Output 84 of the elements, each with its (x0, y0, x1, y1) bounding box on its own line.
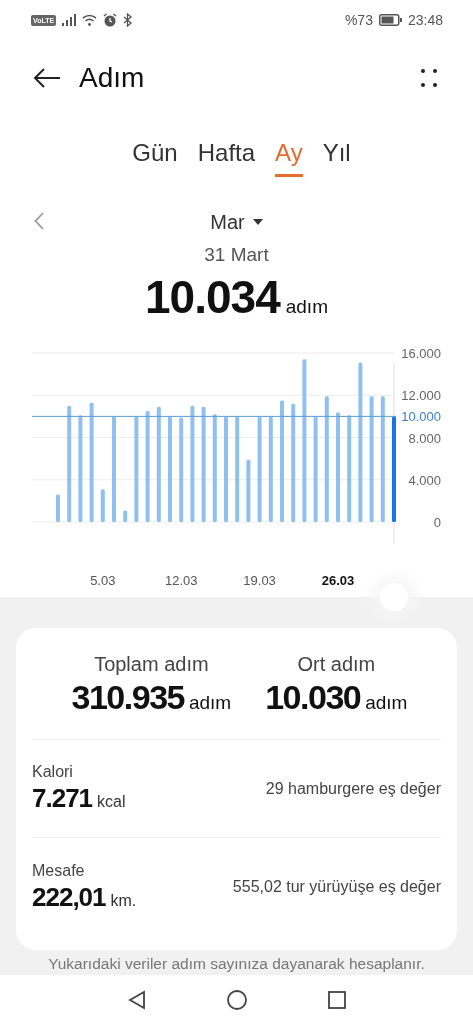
stat-label: Toplam adım (94, 653, 209, 676)
back-button[interactable] (33, 66, 61, 89)
metric-label: Mesafe (32, 861, 86, 880)
signal-icon (62, 14, 77, 26)
step-bar[interactable] (78, 415, 83, 522)
equivalent-text: 29 hamburgere eş değer (265, 779, 441, 798)
step-bar[interactable] (257, 416, 262, 522)
step-bar[interactable] (89, 402, 94, 522)
step-bar[interactable] (302, 359, 307, 522)
dots-icon (421, 68, 437, 87)
metric-label: Kalori (32, 763, 74, 781)
step-bar[interactable] (67, 405, 72, 522)
step-bar[interactable] (358, 362, 363, 522)
y-tick-label: 8.000 (408, 430, 441, 446)
stat-unit: adım (365, 692, 408, 714)
battery-icon (378, 14, 402, 26)
more-button[interactable] (421, 68, 437, 87)
month-picker[interactable]: Mar (210, 206, 263, 238)
period-tab[interactable]: Yıl (322, 137, 351, 177)
wifi-icon (82, 14, 98, 26)
x-tick-label: 12.03 (164, 573, 198, 588)
step-bar[interactable] (190, 405, 195, 522)
step-bar[interactable] (112, 416, 116, 522)
equivalent-text: 555,02 tur yürüyüşe eş değer (232, 878, 441, 896)
step-bar[interactable] (179, 417, 184, 522)
step-bar[interactable] (369, 396, 374, 522)
step-bar[interactable] (156, 406, 161, 522)
caret-icon (252, 219, 263, 225)
metric-unit: km. (110, 891, 137, 910)
step-bar[interactable] (392, 416, 396, 522)
step-bar[interactable] (134, 416, 139, 522)
clock-time: 23:48 (407, 12, 443, 28)
step-bar[interactable] (212, 414, 217, 522)
x-tick-label: 19.03 (243, 573, 276, 588)
step-bar[interactable] (201, 406, 206, 522)
period-tab[interactable]: Hafta (197, 137, 256, 177)
back-nav-button[interactable] (126, 989, 147, 1010)
step-bar[interactable] (268, 416, 273, 522)
step-bar[interactable] (56, 494, 60, 522)
y-tick-label: 12.000 (401, 388, 441, 404)
triangle-icon (126, 989, 147, 1010)
chevron-left-icon (34, 212, 44, 230)
step-bar[interactable] (347, 415, 352, 522)
step-bar[interactable] (380, 396, 385, 522)
step-bar[interactable] (324, 396, 329, 522)
step-bar[interactable] (291, 403, 296, 522)
back-arrow-icon (33, 66, 61, 89)
previous-button[interactable] (34, 212, 44, 230)
metric-value: 7.271 (32, 783, 93, 814)
footer-note: Yukarıdaki veriler adım sayınıza dayanarak hesaplanır. (47, 955, 426, 973)
average-label: 10.000 (401, 409, 441, 425)
step-bar[interactable] (336, 412, 340, 522)
stat-unit: adım (188, 692, 232, 714)
step-unit: adım (285, 296, 328, 318)
step-bar[interactable] (246, 459, 251, 522)
step-bar[interactable] (145, 411, 150, 522)
step-bar[interactable] (313, 416, 318, 522)
step-count: 10.034 (145, 270, 280, 324)
battery-percent: %73 (344, 12, 373, 28)
home-nav-button[interactable] (226, 989, 247, 1010)
step-bar[interactable] (235, 416, 240, 522)
x-tick-label: 5.03 (90, 573, 116, 588)
y-tick-label: 0 (433, 515, 441, 530)
step-bar[interactable] (168, 416, 172, 522)
circle-icon (226, 989, 247, 1010)
square-icon (326, 989, 347, 1010)
y-tick-label: 4.000 (408, 472, 441, 488)
bluetooth-icon (123, 13, 133, 27)
metric-value: 222,01 (32, 881, 106, 913)
step-bar[interactable] (123, 510, 128, 522)
x-tick-label: 26.03 (321, 573, 355, 588)
recents-nav-button[interactable] (326, 989, 347, 1010)
step-bar[interactable] (224, 416, 228, 522)
period-tab[interactable]: Gün (132, 137, 178, 177)
stat-value: 10.030 (265, 678, 361, 717)
alarm-icon (103, 13, 118, 27)
selected-date: 31 Mart (203, 244, 270, 266)
step-bar[interactable] (280, 400, 284, 522)
page-title: Adım (79, 61, 146, 94)
y-tick-label: 16.000 (401, 346, 441, 361)
stat-label: Ort adım (297, 653, 376, 676)
metric-unit: kcal (97, 793, 126, 811)
stat-value: 310.935 (71, 678, 184, 717)
step-bar[interactable] (100, 489, 105, 522)
